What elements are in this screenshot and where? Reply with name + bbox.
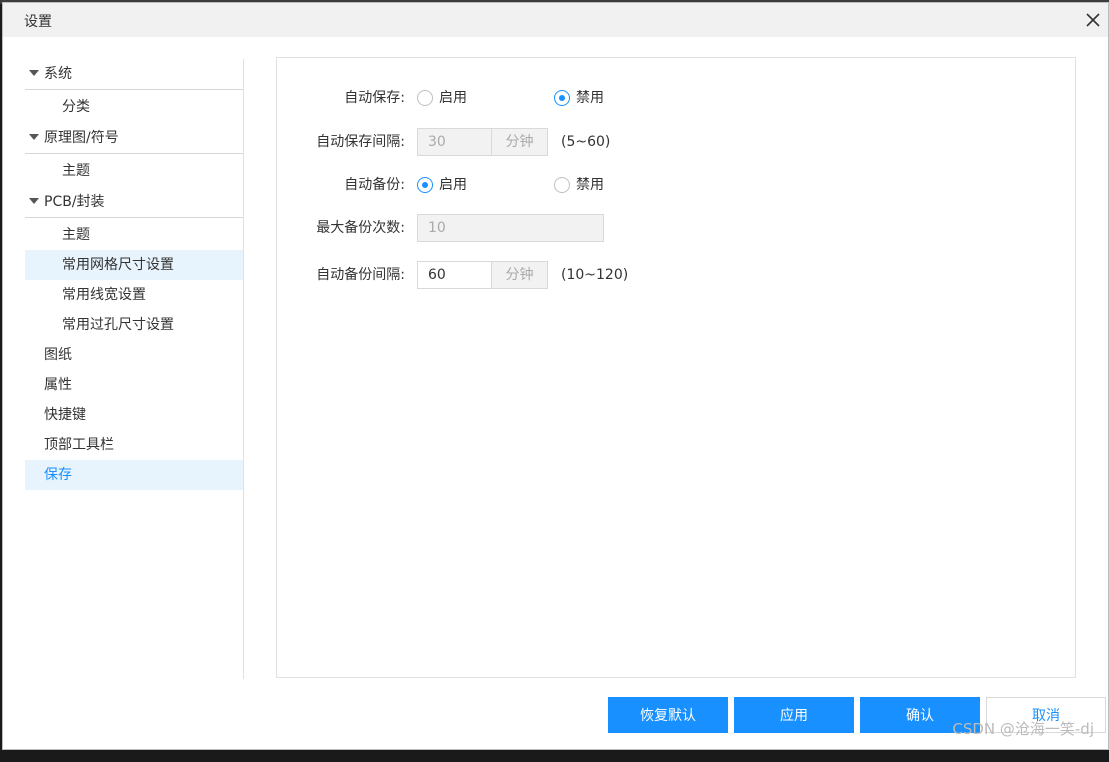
- minutes-unit: 分钟: [492, 128, 548, 156]
- max-backups-label: 最大备份次数:: [316, 220, 405, 236]
- close-icon[interactable]: [1082, 9, 1104, 31]
- apply-button[interactable]: 应用: [734, 697, 854, 733]
- radio-label: 启用: [439, 177, 467, 193]
- auto-backup-interval-range: (10~120): [561, 267, 629, 283]
- auto-save-interval-label: 自动保存间隔:: [316, 134, 405, 150]
- settings-dialog: 设置 系统 分类 原理图/符号 主题 PCB/封装 主题 常用网格尺寸设置 常用…: [2, 2, 1109, 750]
- nav-item-pcb-theme[interactable]: 主题: [25, 220, 243, 250]
- radio-checked-icon: [554, 90, 570, 106]
- nav-item-label: 主题: [62, 227, 90, 243]
- auto-backup-interval-label: 自动备份间隔:: [316, 267, 405, 283]
- auto-backup-interval-row: 自动备份间隔: 分钟 (10~120): [277, 260, 1057, 290]
- nav-item-via-size[interactable]: 常用过孔尺寸设置: [25, 310, 243, 340]
- nav-item-save[interactable]: 保存: [25, 460, 243, 490]
- auto-save-interval-input[interactable]: [417, 128, 492, 156]
- nav-item-label: 常用过孔尺寸设置: [62, 317, 174, 333]
- nav-item-label: 顶部工具栏: [44, 437, 114, 453]
- caret-down-icon: [29, 70, 39, 76]
- radio-unchecked-icon: [417, 90, 433, 106]
- nav-item-line-width[interactable]: 常用线宽设置: [25, 280, 243, 310]
- settings-nav-tree: 系统 分类 原理图/符号 主题 PCB/封装 主题 常用网格尺寸设置 常用线宽设…: [25, 59, 244, 679]
- csdn-watermark: CSDN @沧海一笑-dj: [952, 720, 1094, 738]
- save-settings-panel: 自动保存: 启用 禁用 自动保存间隔: 分钟 (5~60) 自动备份: 启用: [276, 57, 1076, 678]
- caret-down-icon: [29, 198, 39, 204]
- auto-backup-label: 自动备份:: [344, 177, 405, 193]
- nav-group-label: PCB/封装: [44, 194, 105, 210]
- nav-group-label: 系统: [44, 66, 72, 82]
- auto-save-interval-range: (5~60): [561, 134, 611, 150]
- auto-backup-enable-radio[interactable]: 启用: [417, 170, 467, 200]
- nav-item-label: 主题: [62, 163, 90, 179]
- nav-group-label: 原理图/符号: [44, 130, 119, 146]
- auto-backup-disable-radio[interactable]: 禁用: [554, 170, 604, 200]
- nav-item-label: 图纸: [44, 347, 72, 363]
- nav-item-shortcuts[interactable]: 快捷键: [25, 400, 243, 430]
- auto-save-interval-row: 自动保存间隔: 分钟 (5~60): [277, 127, 1057, 157]
- nav-group-system[interactable]: 系统: [25, 59, 243, 90]
- radio-label: 禁用: [576, 90, 604, 106]
- auto-save-row: 自动保存: 启用 禁用: [277, 83, 1057, 113]
- minutes-unit: 分钟: [492, 261, 548, 289]
- max-backups-row: 最大备份次数:: [277, 213, 1057, 243]
- radio-checked-icon: [417, 177, 433, 193]
- nav-group-pcb[interactable]: PCB/封装: [25, 187, 243, 218]
- restore-default-button[interactable]: 恢复默认: [608, 697, 728, 733]
- caret-down-icon: [29, 134, 39, 140]
- nav-item-label: 常用网格尺寸设置: [62, 257, 174, 273]
- nav-item-drawing[interactable]: 图纸: [25, 340, 243, 370]
- max-backups-input[interactable]: [417, 214, 604, 242]
- nav-group-schematic[interactable]: 原理图/符号: [25, 123, 243, 154]
- auto-backup-row: 自动备份: 启用 禁用: [277, 170, 1057, 200]
- nav-item-schematic-theme[interactable]: 主题: [25, 156, 243, 186]
- nav-item-label: 常用线宽设置: [62, 287, 146, 303]
- nav-item-label: 属性: [44, 377, 72, 393]
- auto-backup-interval-input[interactable]: [417, 261, 492, 289]
- radio-label: 启用: [439, 90, 467, 106]
- nav-item-label: 保存: [44, 467, 72, 483]
- nav-item-label: 分类: [62, 99, 90, 115]
- auto-save-enable-radio[interactable]: 启用: [417, 83, 467, 113]
- dialog-title: 设置: [24, 14, 52, 30]
- auto-save-label: 自动保存:: [344, 90, 405, 106]
- radio-label: 禁用: [576, 177, 604, 193]
- auto-save-disable-radio[interactable]: 禁用: [554, 83, 604, 113]
- nav-item-category[interactable]: 分类: [25, 92, 243, 122]
- nav-item-top-toolbar[interactable]: 顶部工具栏: [25, 430, 243, 460]
- radio-unchecked-icon: [554, 177, 570, 193]
- nav-item-properties[interactable]: 属性: [25, 370, 243, 400]
- dialog-titlebar: 设置: [3, 3, 1108, 37]
- nav-item-grid-size[interactable]: 常用网格尺寸设置: [25, 250, 243, 280]
- nav-item-label: 快捷键: [44, 407, 86, 423]
